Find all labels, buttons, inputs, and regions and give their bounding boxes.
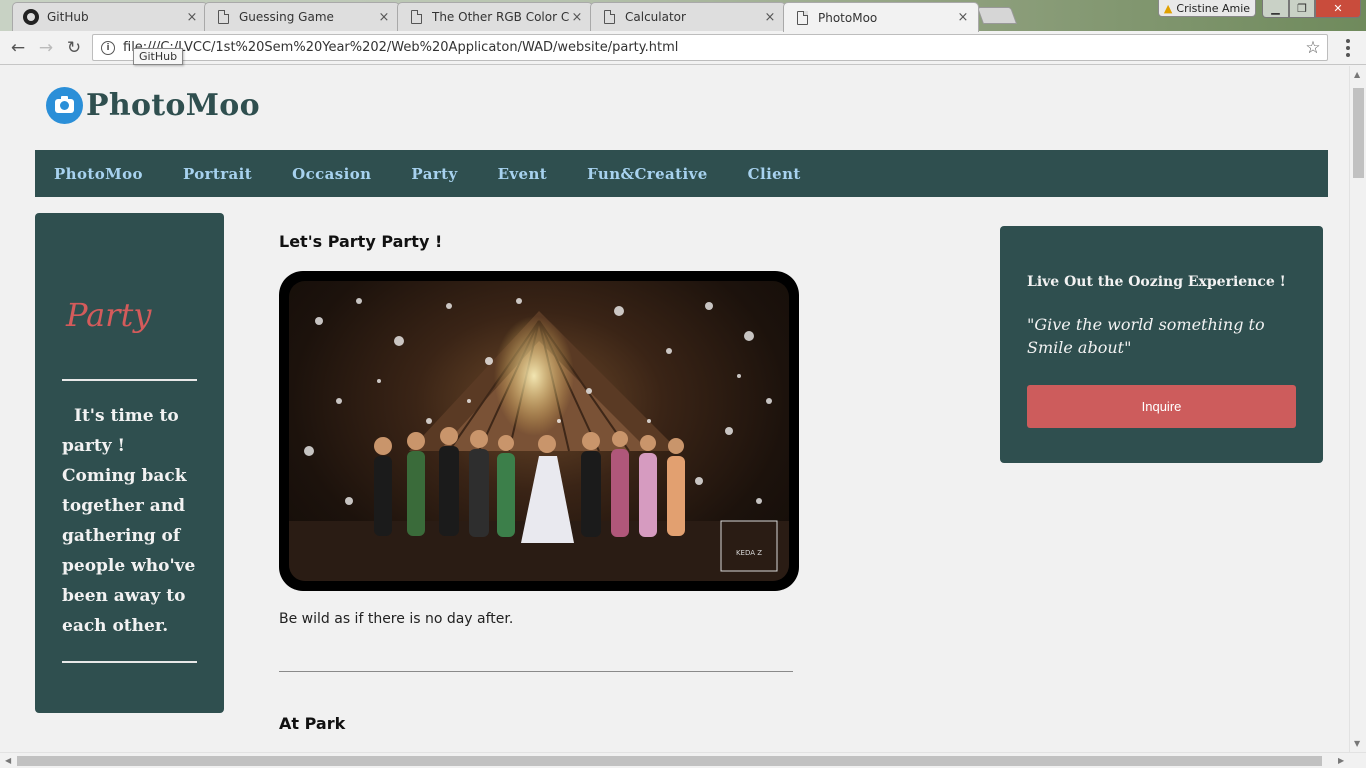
tab-title: PhotoMoo bbox=[818, 10, 878, 25]
new-tab-button[interactable] bbox=[976, 7, 1018, 24]
sidebar-panel: Party It's time to party ! Coming back t… bbox=[35, 213, 224, 713]
browser-tab-guessing-game[interactable]: Guessing Game × bbox=[204, 2, 400, 31]
content-divider bbox=[279, 671, 793, 672]
page-icon bbox=[794, 10, 810, 26]
browser-tab-rgb-color[interactable]: The Other RGB Color Ch × bbox=[397, 2, 593, 31]
inquire-button[interactable]: Inquire bbox=[1027, 385, 1296, 428]
close-icon[interactable]: × bbox=[763, 10, 777, 25]
vertical-scroll-thumb[interactable] bbox=[1353, 88, 1364, 178]
sidebar-text: It's time to party ! Coming back togethe… bbox=[62, 406, 196, 636]
warning-icon: ▲ bbox=[1163, 1, 1173, 15]
profile-button[interactable]: ▲ Cristine Amie bbox=[1158, 0, 1256, 17]
forward-arrow-icon: → bbox=[38, 38, 54, 58]
horizontal-scroll-thumb[interactable] bbox=[17, 756, 1322, 766]
main-content: Let's Party Party ! KEDA Z Be wild as if… bbox=[279, 232, 799, 733]
promo-title: Live Out the Oozing Experience ! bbox=[1027, 274, 1286, 290]
vertical-scrollbar[interactable]: ▲ ▼ bbox=[1349, 66, 1366, 752]
reload-button[interactable]: ↻ bbox=[62, 36, 86, 60]
scroll-right-icon[interactable]: ▶ bbox=[1338, 756, 1344, 765]
browser-toolbar: ← → ↻ i file:///C:/LVCC/1st%20Sem%20Year… bbox=[0, 31, 1366, 65]
section-heading: Let's Party Party ! bbox=[279, 232, 443, 251]
browser-tab-calculator[interactable]: Calculator × bbox=[590, 2, 786, 31]
tab-title: Calculator bbox=[625, 10, 686, 24]
tab-title: Guessing Game bbox=[239, 10, 334, 24]
bookmark-star-icon[interactable]: ☆ bbox=[1299, 38, 1327, 58]
party-photo: KEDA Z bbox=[279, 271, 799, 591]
page-icon bbox=[601, 9, 617, 25]
sidebar-title: Party bbox=[66, 296, 152, 334]
party-photo-image: KEDA Z bbox=[289, 281, 789, 581]
photo-caption: Be wild as if there is no day after. bbox=[279, 611, 514, 627]
back-button[interactable]: ← bbox=[6, 36, 30, 60]
close-icon[interactable]: × bbox=[570, 10, 584, 25]
page-icon bbox=[215, 9, 231, 25]
github-icon bbox=[23, 9, 39, 25]
address-bar[interactable]: i file:///C:/LVCC/1st%20Sem%20Year%202/W… bbox=[92, 34, 1328, 61]
scroll-down-icon[interactable]: ▼ bbox=[1354, 739, 1360, 748]
minimize-button[interactable]: ▁ bbox=[1262, 0, 1289, 18]
logo-text: PhotoMoo bbox=[86, 88, 260, 123]
nav-link-event[interactable]: Event bbox=[498, 165, 548, 183]
browser-titlebar: GitHub × Guessing Game × The Other RGB C… bbox=[0, 0, 1366, 32]
nav-link-photomoo[interactable]: PhotoMoo bbox=[54, 165, 143, 183]
nav-link-fun-creative[interactable]: Fun&Creative bbox=[587, 165, 708, 183]
close-icon[interactable]: × bbox=[956, 10, 970, 25]
back-arrow-icon: ← bbox=[10, 38, 26, 58]
tab-title: The Other RGB Color Ch bbox=[432, 10, 570, 24]
maximize-button[interactable]: ❐ bbox=[1289, 0, 1315, 18]
browser-tab-github[interactable]: GitHub × bbox=[12, 2, 208, 31]
scroll-up-icon[interactable]: ▲ bbox=[1354, 70, 1360, 79]
page-icon bbox=[408, 9, 424, 25]
forward-button[interactable]: → bbox=[34, 36, 58, 60]
inquire-panel: Live Out the Oozing Experience ! "Give t… bbox=[1000, 226, 1323, 463]
browser-menu-icon[interactable] bbox=[1338, 37, 1358, 59]
camera-icon bbox=[46, 87, 83, 124]
sidebar-divider bbox=[62, 661, 197, 663]
minimize-icon: ▁ bbox=[1271, 2, 1280, 15]
window-close-button[interactable]: ✕ bbox=[1315, 0, 1361, 18]
close-icon[interactable]: × bbox=[185, 10, 199, 25]
profile-name: Cristine Amie bbox=[1176, 1, 1251, 15]
nav-link-occasion[interactable]: Occasion bbox=[292, 165, 371, 183]
horizontal-scrollbar[interactable]: ◀ ▶ bbox=[0, 752, 1366, 768]
nav-link-party[interactable]: Party bbox=[411, 165, 457, 183]
restore-icon: ❐ bbox=[1297, 2, 1307, 15]
site-navbar: PhotoMoo Portrait Occasion Party Event F… bbox=[35, 150, 1328, 197]
page-viewport: PhotoMoo PhotoMoo Portrait Occasion Part… bbox=[0, 66, 1349, 752]
sidebar-divider bbox=[62, 379, 197, 381]
party-photo-illustration: KEDA Z bbox=[289, 298, 789, 581]
url-text[interactable]: file:///C:/LVCC/1st%20Sem%20Year%202/Web… bbox=[123, 40, 1299, 55]
photo-watermark: KEDA Z bbox=[736, 549, 762, 557]
close-icon[interactable]: × bbox=[377, 10, 391, 25]
close-icon: ✕ bbox=[1333, 2, 1343, 15]
site-logo[interactable]: PhotoMoo bbox=[46, 87, 260, 124]
nav-link-portrait[interactable]: Portrait bbox=[183, 165, 252, 183]
tab-title: GitHub bbox=[47, 10, 89, 24]
nav-link-client[interactable]: Client bbox=[748, 165, 801, 183]
browser-tab-photomoo[interactable]: PhotoMoo × bbox=[783, 2, 979, 32]
info-icon[interactable]: i bbox=[101, 40, 115, 55]
reload-icon: ↻ bbox=[66, 38, 82, 58]
scroll-left-icon[interactable]: ◀ bbox=[5, 756, 11, 765]
tab-tooltip: GitHub bbox=[133, 48, 183, 65]
section-subheading: At Park bbox=[279, 714, 346, 733]
promo-quote: "Give the world something to Smile about… bbox=[1027, 315, 1265, 357]
